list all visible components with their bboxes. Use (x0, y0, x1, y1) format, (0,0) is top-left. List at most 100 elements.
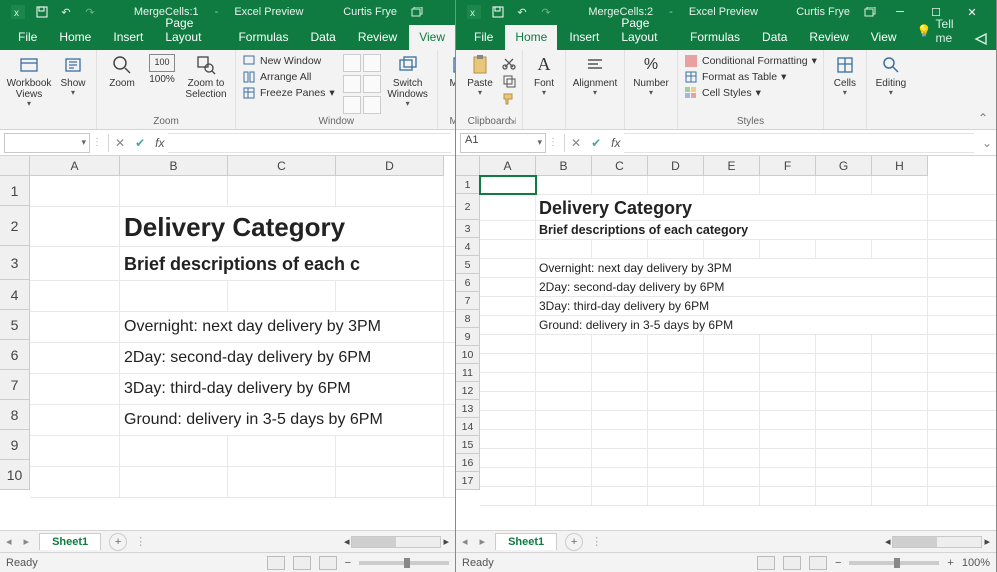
hscrollbar[interactable] (351, 536, 441, 548)
zoom-readout[interactable]: 100% (962, 557, 990, 569)
new-window-button[interactable]: New Window (242, 54, 335, 68)
row-header[interactable]: 3 (456, 220, 480, 238)
row-header[interactable]: 1 (456, 176, 480, 194)
format-table-button[interactable]: Format as Table ▾ (684, 70, 817, 84)
redo-icon[interactable]: ↷ (538, 4, 554, 20)
row-header[interactable]: 10 (0, 460, 30, 490)
row-header[interactable]: 13 (456, 400, 480, 418)
save-icon[interactable] (490, 4, 506, 20)
col-header[interactable]: E (704, 156, 760, 176)
launcher-icon[interactable]: ⇲ (508, 116, 516, 127)
unhide-icon[interactable] (343, 96, 361, 114)
row-header[interactable]: 6 (0, 340, 30, 370)
tab-review[interactable]: Review (799, 25, 858, 50)
hscrollbar[interactable] (892, 536, 982, 548)
tab-home[interactable]: Home (505, 25, 557, 50)
zoom-button[interactable]: Zoom (103, 54, 141, 89)
view-layout-icon[interactable] (783, 556, 801, 570)
col-header[interactable]: B (120, 156, 228, 176)
row-header[interactable]: 7 (456, 292, 480, 310)
zoom-out-icon[interactable]: − (345, 557, 351, 569)
zoom-100-button[interactable]: 100100% (145, 54, 179, 85)
scroll-right-icon[interactable]: ▸ (443, 535, 449, 548)
col-header[interactable]: A (480, 156, 536, 176)
fx-icon[interactable]: fx (611, 136, 620, 150)
arrange-all-button[interactable]: Arrange All (242, 70, 335, 84)
enter-icon[interactable]: ✔ (591, 136, 601, 150)
row-header[interactable]: 1 (0, 176, 30, 206)
col-header[interactable]: B (536, 156, 592, 176)
zoom-slider[interactable] (849, 561, 939, 565)
row-header[interactable]: 2 (456, 194, 480, 220)
sheet-tab[interactable]: Sheet1 (495, 533, 557, 550)
sheet-tab[interactable]: Sheet1 (39, 533, 101, 550)
tab-home[interactable]: Home (49, 25, 101, 50)
zoom-selection-button[interactable]: Zoom to Selection (183, 54, 229, 100)
name-box[interactable]: ▾ (4, 133, 90, 153)
row-header[interactable]: 4 (456, 238, 480, 256)
hide-icon[interactable] (343, 75, 361, 93)
formula-input[interactable] (168, 133, 451, 153)
cancel-icon[interactable]: ✕ (571, 136, 581, 150)
collapse-ribbon-icon[interactable]: ⌃ (970, 107, 996, 129)
switch-windows-button[interactable]: Switch Windows▾ (385, 54, 431, 109)
cell-styles-button[interactable]: Cell Styles ▾ (684, 86, 817, 100)
formula-input[interactable] (624, 133, 974, 153)
tell-me[interactable]: 💡Tell me (909, 12, 964, 50)
split-icon[interactable] (343, 54, 361, 72)
tab-file[interactable]: File (8, 25, 47, 50)
editing-button[interactable]: Editing▾ (873, 54, 909, 98)
number-button[interactable]: %Number▾ (631, 54, 671, 98)
undo-icon[interactable]: ↶ (58, 4, 74, 20)
row-header[interactable]: 8 (456, 310, 480, 328)
row-header[interactable]: 10 (456, 346, 480, 364)
alignment-button[interactable]: Alignment▾ (572, 54, 618, 98)
grid-right[interactable]: A B C D E F G H 1 2 3 4 5 6 7 8 9 10 11 … (456, 156, 996, 530)
content-cell[interactable]: Ground: delivery in 3-5 days by 6PM (536, 316, 928, 334)
col-header[interactable]: C (592, 156, 648, 176)
view-normal-icon[interactable] (267, 556, 285, 570)
tab-data[interactable]: Data (300, 25, 345, 50)
col-header[interactable]: G (816, 156, 872, 176)
new-sheet-icon[interactable]: + (109, 533, 127, 551)
workbook-views-button[interactable]: Workbook Views▾ (6, 54, 52, 109)
content-cell[interactable]: 2Day: second-day delivery by 6PM (536, 278, 928, 296)
tab-insert[interactable]: Insert (103, 25, 153, 50)
row-header[interactable]: 17 (456, 472, 480, 490)
view-break-icon[interactable] (809, 556, 827, 570)
row-header[interactable]: 9 (456, 328, 480, 346)
tab-view[interactable]: View (861, 25, 907, 50)
tab-insert[interactable]: Insert (559, 25, 609, 50)
content-cell[interactable]: 2Day: second-day delivery by 6PM (120, 343, 444, 373)
row-header[interactable]: 2 (0, 206, 30, 246)
row-header[interactable]: 9 (0, 430, 30, 460)
zoom-slider[interactable] (359, 561, 449, 565)
paste-button[interactable]: Paste▾ (462, 54, 498, 98)
macros-button[interactable]: Macr (444, 54, 455, 89)
select-all-corner[interactable] (0, 156, 30, 176)
subtitle-cell[interactable]: Brief descriptions of each category (536, 221, 928, 239)
tab-view[interactable]: View (409, 25, 455, 50)
undo-icon[interactable]: ↶ (514, 4, 530, 20)
scroll-left-icon[interactable]: ◂ (344, 535, 350, 548)
selected-cell[interactable] (480, 176, 536, 194)
title-cell[interactable]: Delivery Category (120, 207, 444, 247)
tab-file[interactable]: File (464, 25, 503, 50)
title-cell[interactable]: Delivery Category (536, 195, 928, 221)
window-restore-icon[interactable] (409, 4, 425, 20)
row-header[interactable]: 6 (456, 274, 480, 292)
row-header[interactable]: 11 (456, 364, 480, 382)
reset-pos-icon[interactable] (363, 96, 381, 114)
new-sheet-icon[interactable]: + (565, 533, 583, 551)
content-cell[interactable]: Overnight: next day delivery by 3PM (536, 259, 928, 277)
cancel-icon[interactable]: ✕ (115, 136, 125, 150)
sheet-nav-next-icon[interactable]: ▸ (18, 535, 36, 548)
scroll-left-icon[interactable]: ◂ (885, 535, 891, 548)
col-header[interactable]: F (760, 156, 816, 176)
sheet-nav-prev-icon[interactable]: ◂ (456, 535, 474, 548)
content-cell[interactable]: 3Day: third-day delivery by 6PM (120, 374, 444, 404)
view-side-icon[interactable] (363, 54, 381, 72)
row-header[interactable]: 14 (456, 418, 480, 436)
view-layout-icon[interactable] (293, 556, 311, 570)
row-header[interactable]: 8 (0, 400, 30, 430)
